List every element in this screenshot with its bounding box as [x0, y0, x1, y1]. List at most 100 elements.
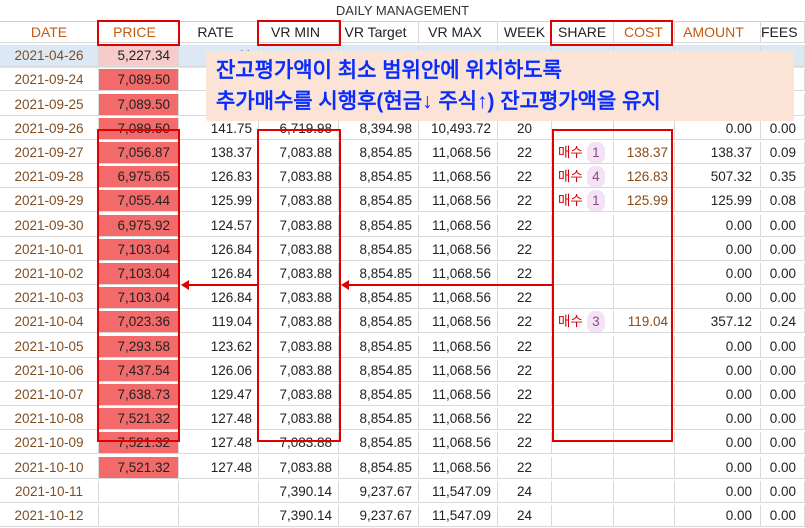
table-row[interactable]: 2021-10-12 7,390.14 9,237.67 11,547.09 24 0.0…: [0, 505, 805, 528]
fees-cell[interactable]: 0.09: [761, 142, 805, 164]
share-cell[interactable]: [552, 432, 614, 455]
fees-cell[interactable]: 0.00: [761, 287, 805, 310]
rate-cell[interactable]: 138.37: [179, 142, 259, 164]
table-row[interactable]: 2021-10-08 7,521.32 127.48 7,083.88 8,854.85…: [0, 408, 805, 431]
amount-cell[interactable]: 0.00: [675, 287, 761, 310]
share-cell[interactable]: [552, 480, 614, 503]
vrtarget-cell[interactable]: 8,854.85: [339, 214, 419, 237]
rate-cell[interactable]: 125.99: [179, 190, 259, 213]
vrtarget-cell[interactable]: 8,854.85: [339, 311, 419, 334]
price-cell[interactable]: 7,293.58: [99, 335, 179, 358]
vrmax-cell[interactable]: 11,547.09: [419, 505, 498, 527]
price-cell[interactable]: 5,227.34: [99, 45, 179, 68]
week-cell[interactable]: 22: [498, 359, 552, 382]
rate-cell[interactable]: [179, 505, 259, 527]
date-cell[interactable]: 2021-10-03: [0, 287, 99, 310]
vrmax-cell[interactable]: 11,068.56: [419, 238, 498, 261]
table-row[interactable]: 2021-10-06 7,437.54 126.06 7,083.88 8,854.85…: [0, 359, 805, 383]
cost-cell[interactable]: [614, 432, 675, 455]
date-cell[interactable]: 2021-10-05: [0, 335, 99, 358]
vrtarget-cell[interactable]: 8,854.85: [339, 287, 419, 310]
vrmax-cell[interactable]: 11,068.56: [419, 166, 498, 189]
amount-cell[interactable]: 0.00: [675, 408, 761, 431]
rate-cell[interactable]: 141.75: [179, 117, 259, 140]
week-cell[interactable]: 22: [498, 408, 552, 431]
amount-cell[interactable]: 0.00: [675, 117, 761, 140]
column-header[interactable]: VR MIN: [259, 21, 339, 43]
price-cell[interactable]: [99, 480, 179, 503]
amount-cell[interactable]: 0.00: [675, 384, 761, 406]
date-cell[interactable]: 2021-10-04: [0, 311, 99, 334]
date-cell[interactable]: 2021-10-06: [0, 359, 99, 382]
vrtarget-cell[interactable]: 8,854.85: [339, 432, 419, 455]
amount-cell[interactable]: 507.32: [675, 166, 761, 189]
cost-cell[interactable]: [614, 238, 675, 261]
vrmin-cell[interactable]: 7,083.88: [259, 238, 339, 261]
share-cell[interactable]: [552, 117, 614, 140]
amount-cell[interactable]: 0.00: [675, 359, 761, 382]
fees-cell[interactable]: 0.00: [761, 456, 805, 479]
amount-cell[interactable]: 0.00: [675, 505, 761, 527]
price-cell[interactable]: 7,521.32: [99, 432, 179, 455]
share-cell[interactable]: [552, 263, 614, 285]
week-cell[interactable]: 22: [498, 263, 552, 285]
table-row[interactable]: 2021-09-29 7,055.44 125.99 7,083.88 8,854.85…: [0, 190, 805, 213]
price-cell[interactable]: 6,975.92: [99, 214, 179, 237]
share-cell[interactable]: 매수 1: [552, 142, 614, 164]
column-header[interactable]: DATE: [0, 21, 99, 43]
vrmin-cell[interactable]: 7,083.88: [259, 190, 339, 213]
price-cell[interactable]: 7,089.50: [99, 117, 179, 140]
vrtarget-cell[interactable]: 9,237.67: [339, 505, 419, 527]
price-cell[interactable]: 7,521.32: [99, 456, 179, 479]
vrmin-cell[interactable]: 7,083.88: [259, 456, 339, 479]
share-cell[interactable]: [552, 505, 614, 527]
share-cell[interactable]: [552, 214, 614, 237]
rate-cell[interactable]: 126.06: [179, 359, 259, 382]
date-cell[interactable]: 2021-10-12: [0, 505, 99, 527]
share-cell[interactable]: [552, 359, 614, 382]
rate-cell[interactable]: 126.84: [179, 287, 259, 310]
vrmax-cell[interactable]: 11,068.56: [419, 142, 498, 164]
table-row[interactable]: 2021-10-05 7,293.58 123.62 7,083.88 8,854.85…: [0, 335, 805, 359]
fees-cell[interactable]: 0.00: [761, 432, 805, 455]
vrmax-cell[interactable]: 11,547.09: [419, 480, 498, 503]
week-cell[interactable]: 22: [498, 166, 552, 189]
date-cell[interactable]: 2021-09-29: [0, 190, 99, 213]
vrtarget-cell[interactable]: 8,854.85: [339, 263, 419, 285]
week-cell[interactable]: 22: [498, 311, 552, 334]
vrmax-cell[interactable]: 11,068.56: [419, 263, 498, 285]
vrmin-cell[interactable]: 7,083.88: [259, 359, 339, 382]
vrtarget-cell[interactable]: 8,854.85: [339, 456, 419, 479]
amount-cell[interactable]: 138.37: [675, 142, 761, 164]
vrmax-cell[interactable]: 11,068.56: [419, 432, 498, 455]
share-cell[interactable]: [552, 335, 614, 358]
fees-cell[interactable]: 0.24: [761, 311, 805, 334]
cost-cell[interactable]: 125.99: [614, 190, 675, 213]
table-row[interactable]: 2021-09-30 6,975.92 124.57 7,083.88 8,854.85…: [0, 214, 805, 238]
rate-cell[interactable]: 119.04: [179, 311, 259, 334]
table-row[interactable]: 2021-10-10 7,521.32 127.48 7,083.88 8,854.85…: [0, 456, 805, 480]
column-header[interactable]: PRICE: [99, 21, 179, 43]
week-cell[interactable]: 24: [498, 480, 552, 503]
fees-cell[interactable]: 0.00: [761, 505, 805, 527]
week-cell[interactable]: 20: [498, 117, 552, 140]
cost-cell[interactable]: 126.83: [614, 166, 675, 189]
table-row[interactable]: 2021-10-07 7,638.73 129.47 7,083.88 8,854.85…: [0, 384, 805, 407]
fees-cell[interactable]: 0.00: [761, 117, 805, 140]
week-cell[interactable]: 24: [498, 505, 552, 527]
table-row[interactable]: 2021-09-27 7,056.87 138.37 7,083.88 8,854.85…: [0, 142, 805, 165]
date-cell[interactable]: 2021-10-08: [0, 408, 99, 431]
vrtarget-cell[interactable]: 8,854.85: [339, 142, 419, 164]
column-header[interactable]: WEEK: [498, 21, 552, 43]
vrmin-cell[interactable]: 7,083.88: [259, 335, 339, 358]
vrmin-cell[interactable]: 7,083.88: [259, 263, 339, 285]
vrmin-cell[interactable]: 7,083.88: [259, 408, 339, 431]
table-row[interactable]: 2021-10-02 7,103.04 126.84 7,083.88 8,854.85…: [0, 263, 805, 286]
share-cell[interactable]: 매수 4: [552, 166, 614, 189]
column-header[interactable]: COST: [614, 21, 675, 43]
amount-cell[interactable]: 0.00: [675, 214, 761, 237]
table-row[interactable]: 2021-10-04 7,023.36 119.04 7,083.88 8,854.85…: [0, 311, 805, 334]
share-cell[interactable]: 매수 3: [552, 311, 614, 334]
cost-cell[interactable]: 119.04: [614, 311, 675, 334]
vrtarget-cell[interactable]: 9,237.67: [339, 480, 419, 503]
